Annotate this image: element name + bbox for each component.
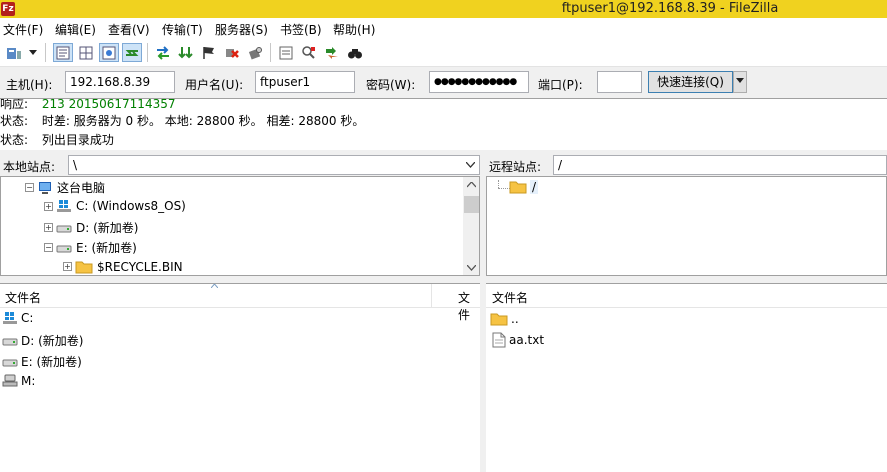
column-filesize[interactable]: 文件: [458, 289, 480, 323]
dropdown-arrow-icon[interactable]: [26, 43, 40, 62]
filter-icon[interactable]: [276, 43, 296, 62]
tree-item-this-pc[interactable]: − 这台电脑: [25, 179, 105, 196]
chevron-down-icon: [736, 78, 744, 83]
toggle-queue-icon[interactable]: [122, 43, 142, 62]
remote-path-input[interactable]: /: [553, 155, 887, 175]
drive-icon: [56, 225, 72, 232]
local-file-list: 文件名 文件 C: D: (新加卷) E: (新加卷) M:: [0, 283, 480, 472]
tree-item-drive-c[interactable]: + C: (Windows8_OS): [44, 199, 186, 213]
windows-drive-icon: [57, 200, 71, 212]
drive-icon: [2, 359, 18, 366]
tree-item-root[interactable]: /: [509, 179, 539, 194]
network-drive-icon: [2, 374, 18, 387]
local-list-header: 文件名 文件: [0, 284, 480, 322]
drive-icon: [56, 245, 72, 252]
column-filename[interactable]: 文件名: [492, 289, 528, 306]
toolbar: [0, 39, 887, 66]
username-input[interactable]: ftpuser1: [255, 71, 355, 93]
remote-site-label: 远程站点:: [489, 160, 542, 174]
windows-drive-icon: [3, 312, 17, 324]
tree-item-drive-e[interactable]: − E: (新加卷): [44, 239, 137, 256]
folder-icon: [75, 261, 93, 274]
sort-ascending-icon: [211, 284, 218, 288]
window-title: ftpuser1@192.168.8.39 - FileZilla: [561, 1, 779, 16]
toggle-log-icon[interactable]: [53, 43, 73, 62]
menu-server[interactable]: 服务器(S): [215, 21, 268, 38]
list-item[interactable]: E: (新加卷): [2, 353, 82, 370]
chevron-up-icon[interactable]: [467, 182, 476, 188]
reconnect-icon[interactable]: [245, 43, 265, 62]
log-line: 状态: 时差: 服务器为 0 秒。 本地: 28800 秒。 相差: 28800…: [0, 114, 365, 128]
menu-edit[interactable]: 编辑(E): [55, 21, 96, 38]
process-queue-icon[interactable]: [176, 43, 196, 62]
tree-item-recycle-bin[interactable]: + $RECYCLE.BIN: [63, 259, 183, 274]
menu-view[interactable]: 查看(V): [108, 21, 150, 38]
password-input[interactable]: ●●●●●●●●●●●●: [429, 71, 529, 93]
host-input[interactable]: 192.168.8.39: [65, 71, 175, 93]
list-item[interactable]: C:: [2, 311, 33, 325]
list-item-parent[interactable]: ..: [490, 311, 519, 326]
quickconnect-dropdown[interactable]: [733, 71, 747, 93]
remote-list-header: 文件名: [486, 284, 887, 308]
log-line: 状态: 列出目录成功: [0, 133, 114, 147]
drive-icon: [2, 338, 18, 345]
cancel-icon[interactable]: [199, 43, 219, 62]
compare-icon[interactable]: [299, 43, 319, 62]
expand-icon[interactable]: +: [63, 262, 72, 271]
username-label: 用户名(U):: [185, 78, 244, 92]
list-item[interactable]: M:: [2, 374, 35, 388]
site-manager-icon[interactable]: [4, 43, 24, 62]
local-site-label: 本地站点:: [3, 160, 56, 174]
quickconnect-bar: 主机(H): 192.168.8.39 用户名(U): ftpuser1 密码(…: [0, 66, 887, 98]
host-label: 主机(H):: [6, 78, 53, 92]
menu-bar: 文件(F) 编辑(E) 查看(V) 传输(T) 服务器(S) 书签(B) 帮助(…: [0, 18, 887, 39]
remote-file-list: 文件名 .. aa.txt: [486, 283, 887, 472]
tree-item-drive-d[interactable]: + D: (新加卷): [44, 219, 138, 236]
list-item[interactable]: aa.txt: [492, 332, 544, 348]
text-file-icon: [492, 332, 506, 348]
password-label: 密码(W):: [366, 78, 416, 92]
local-tree-scrollbar[interactable]: [463, 177, 479, 275]
menu-bookmarks[interactable]: 书签(B): [280, 21, 322, 38]
menu-transfer[interactable]: 传输(T): [162, 21, 203, 38]
menu-file[interactable]: 文件(F): [3, 21, 43, 38]
local-path-input[interactable]: \: [68, 155, 480, 175]
scrollbar-thumb[interactable]: [464, 196, 479, 213]
local-directory-tree: − 这台电脑 + C: (Windows8_OS) + D: (新加卷) − E…: [0, 176, 480, 276]
sync-browse-icon[interactable]: [322, 43, 342, 62]
collapse-icon[interactable]: −: [25, 183, 34, 192]
filezilla-icon: Fz: [1, 2, 15, 16]
remote-site-bar: 远程站点: /: [486, 154, 887, 176]
disconnect-icon[interactable]: [222, 43, 242, 62]
remote-directory-tree: /: [486, 176, 887, 276]
computer-icon: [39, 181, 51, 194]
folder-icon: [490, 313, 508, 326]
toggle-local-tree-icon[interactable]: [76, 43, 96, 62]
menu-help[interactable]: 帮助(H): [333, 21, 375, 38]
chevron-down-icon[interactable]: [467, 265, 476, 271]
refresh-icon[interactable]: [153, 43, 173, 62]
collapse-icon[interactable]: −: [44, 243, 53, 252]
port-input[interactable]: [597, 71, 642, 93]
search-icon[interactable]: [345, 43, 365, 62]
list-item[interactable]: D: (新加卷): [2, 332, 83, 349]
toggle-remote-tree-icon[interactable]: [99, 43, 119, 62]
expand-icon[interactable]: +: [44, 201, 53, 211]
local-site-bar: 本地站点: \: [0, 154, 480, 176]
folder-icon: [509, 181, 527, 194]
expand-icon[interactable]: +: [44, 223, 53, 232]
title-bar: Fz ftpuser1@192.168.8.39 - FileZilla: [0, 0, 887, 18]
quickconnect-button[interactable]: 快速连接(Q): [648, 71, 733, 93]
message-log: 响应: 213 20150617114357 状态: 时差: 服务器为 0 秒。…: [0, 98, 887, 152]
column-filename[interactable]: 文件名: [5, 289, 41, 306]
port-label: 端口(P):: [538, 78, 583, 92]
log-line: 响应: 213 20150617114357: [0, 98, 176, 111]
chevron-down-icon[interactable]: [466, 162, 475, 168]
splitter[interactable]: [0, 276, 887, 283]
